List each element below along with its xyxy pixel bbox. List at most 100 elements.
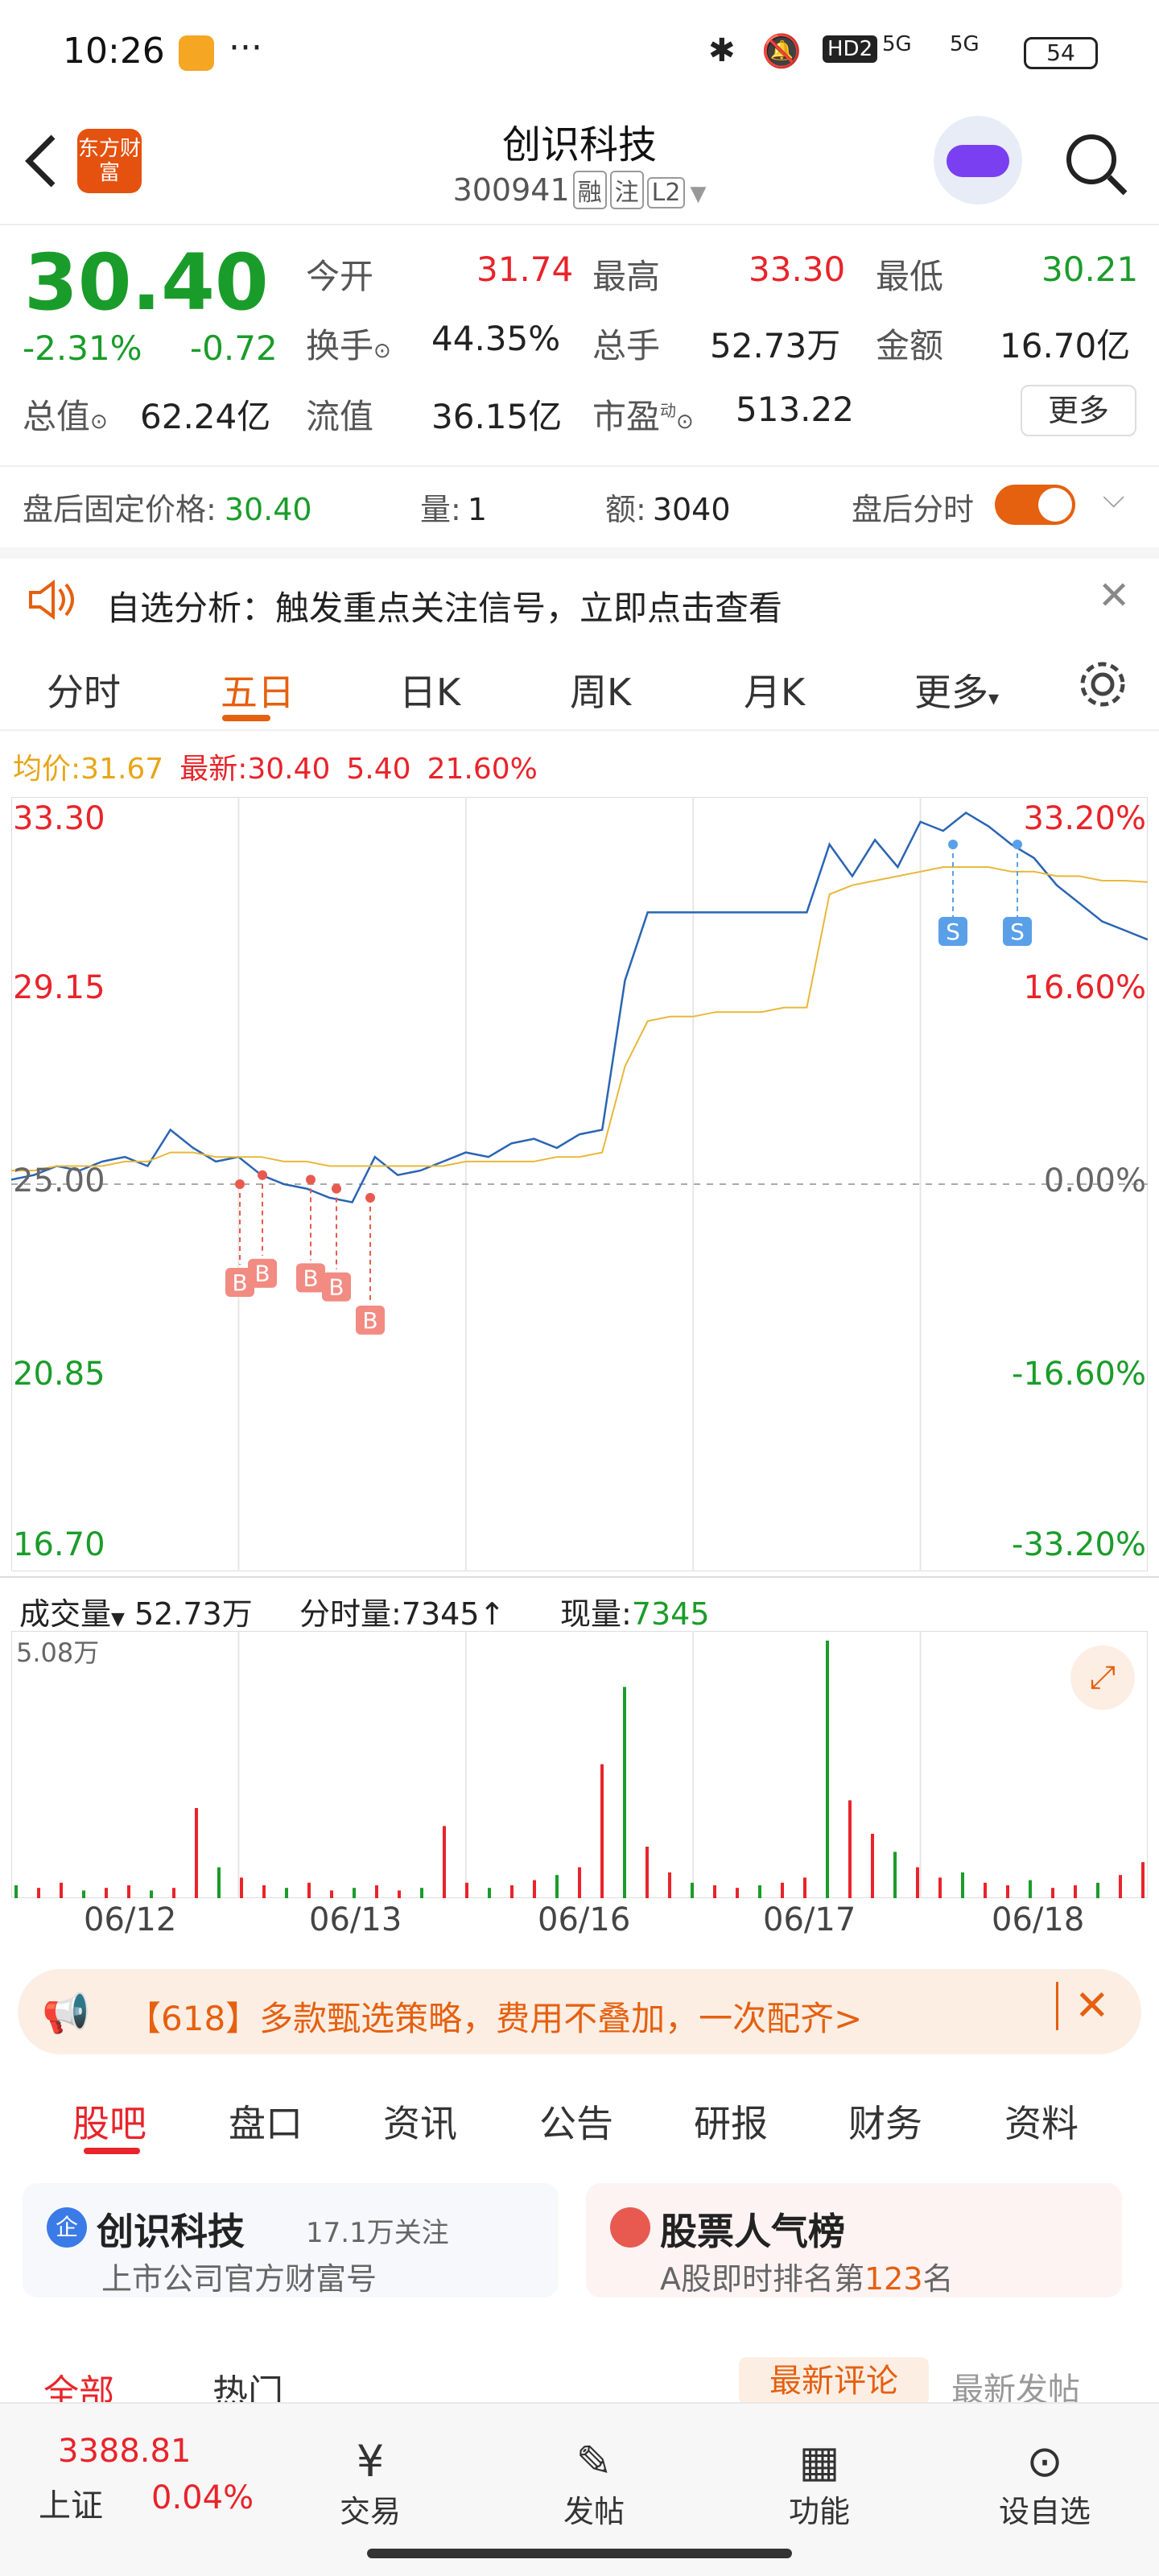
buy-marker-label: B <box>254 1261 270 1287</box>
pe-value: 513.22 <box>736 390 854 429</box>
nav-add-watchlist[interactable]: ⊙ 设自选 <box>964 2436 1125 2531</box>
tab-profile[interactable]: 资料 <box>1004 2095 1079 2148</box>
popularity-card[interactable]: 股票人气榜 A股即时排名第123名 <box>586 2183 1122 2297</box>
l2-tag: L2 <box>646 177 686 208</box>
volume-chart[interactable]: 5.08万 ⤢ <box>10 1630 1149 1899</box>
high-value: 33.30 <box>749 250 846 289</box>
volume-bar <box>736 1888 739 1898</box>
tab-finance[interactable]: 财务 <box>848 2095 922 2148</box>
volume-value: 52.73万 <box>710 326 841 365</box>
current-volume: 现量:7345 <box>560 1596 710 1632</box>
tab-pankou[interactable]: 盘口 <box>229 2095 303 2148</box>
open-label: 今开 <box>306 257 374 296</box>
change-pct: -2.31% <box>23 328 142 368</box>
turnover-label: 换手⊙ <box>306 326 391 365</box>
buy-marker-label: B <box>328 1274 344 1301</box>
volume-dropdown[interactable]: 成交量▼ 52.73万 <box>19 1589 253 1633</box>
promo-banner[interactable]: 📢 【618】多款甄选策略，费用不叠加，一次配齐> ✕ <box>18 1969 1141 2054</box>
buy-marker-dot <box>258 1170 267 1180</box>
mcap-label: 总值⊙ <box>23 397 108 436</box>
notice-bar[interactable]: 自选分析：触发重点关注信号，立即点击查看 ✕ <box>0 547 1159 634</box>
amount-value: 16.70亿 <box>1000 326 1131 365</box>
tab-five-day[interactable]: 五日 <box>221 663 295 716</box>
more-dots: ··· <box>229 27 262 68</box>
tab-monthly-k[interactable]: 月K <box>744 663 805 716</box>
date-label: 06/18 <box>992 1901 1085 1938</box>
volume-bar <box>217 1867 221 1898</box>
volume-bar <box>240 1877 243 1898</box>
y-left-4: 20.85 <box>13 1356 105 1393</box>
nav-post[interactable]: ✎ 发帖 <box>514 2436 674 2531</box>
more-circle-icon: ⊙ <box>1026 2436 1063 2487</box>
card-company-sub: 上市公司官方财富号 <box>101 2261 377 2297</box>
volume-bar <box>353 1888 356 1898</box>
speaker-icon <box>29 580 74 620</box>
volume-bar <box>105 1888 108 1898</box>
y-right-4: -16.60% <box>1012 1356 1146 1393</box>
nav-trade[interactable]: ¥ 交易 <box>290 2436 451 2531</box>
close-banner-icon[interactable]: ✕ <box>1056 1982 1110 2030</box>
volume-bar <box>307 1882 311 1898</box>
y-right-2: 16.60% <box>1023 969 1146 1006</box>
volume-bar <box>893 1852 897 1898</box>
buy-marker-dot <box>365 1192 375 1203</box>
more-button[interactable]: 更多 <box>1021 385 1136 436</box>
edit-icon: ✎ <box>575 2436 612 2487</box>
volume-bar <box>871 1834 874 1898</box>
nav-functions[interactable]: ▦ 功能 <box>739 2436 900 2531</box>
after-price-label: 盘后固定价格: 30.40 <box>23 492 312 527</box>
settings-gear-icon[interactable] <box>1077 658 1128 710</box>
chevron-down-icon[interactable]: ⌵ <box>1103 481 1124 515</box>
after-hours-toggle[interactable] <box>995 485 1075 525</box>
registration-tag: 注 <box>609 171 644 209</box>
volume-bar <box>37 1888 40 1898</box>
volume-bar <box>1006 1885 1009 1898</box>
volume-bar <box>82 1890 85 1898</box>
close-icon[interactable]: ✕ <box>1098 573 1130 618</box>
volume-bar <box>600 1764 604 1898</box>
company-account-card[interactable]: 企 创识科技 17.1万关注 上市公司官方财富号 <box>23 2183 559 2297</box>
price-chart[interactable]: BBBBBSS 33.30 29.15 25.00 20.85 16.70 33… <box>10 796 1149 1572</box>
grid-icon: ▦ <box>798 2436 840 2487</box>
yen-icon: ¥ <box>356 2436 385 2487</box>
sell-marker-label: S <box>1010 919 1025 945</box>
subtab-latest-comment[interactable]: 最新评论 <box>739 2357 929 2405</box>
volume-bar <box>1141 1862 1145 1898</box>
buy-marker-dot <box>306 1174 316 1185</box>
volume-max-label: 5.08万 <box>16 1637 100 1668</box>
sell-marker-dot <box>1013 840 1022 850</box>
tab-more[interactable]: 更多▾ <box>914 663 999 716</box>
volume-bar <box>1119 1875 1122 1898</box>
buy-marker-dot <box>235 1179 245 1189</box>
volume-bar <box>623 1686 626 1898</box>
pe-label: 市盈动⊙ <box>592 397 694 436</box>
price-line <box>10 811 1149 1203</box>
volume-bar <box>578 1867 581 1898</box>
tab-announcements[interactable]: 公告 <box>539 2095 613 2148</box>
tab-guba[interactable]: 股吧 <box>72 2095 146 2148</box>
expand-icon[interactable]: ⤢ <box>1070 1645 1135 1710</box>
card-rank-sub: A股即时排名第123名 <box>660 2261 954 2297</box>
y-right-max: 33.20% <box>1023 800 1146 837</box>
tab-intraday[interactable]: 分时 <box>47 663 121 716</box>
volume-bar <box>826 1641 829 1898</box>
amount-label: 金额 <box>876 326 944 365</box>
index-name: 上证 <box>39 2487 103 2524</box>
tab-research[interactable]: 研报 <box>694 2095 768 2148</box>
tab-daily-k[interactable]: 日K <box>399 663 460 716</box>
volume-bar <box>443 1826 446 1898</box>
tab-weekly-k[interactable]: 周K <box>570 663 631 716</box>
index-value[interactable]: 3388.81 <box>58 2433 191 2470</box>
margin-tag: 融 <box>572 171 607 209</box>
y-left-2: 29.15 <box>13 969 105 1006</box>
volume-bar <box>984 1882 987 1898</box>
stock-code-row[interactable]: 300941 融注 L2 ▼ <box>0 171 1159 209</box>
sell-marker-label: S <box>946 919 960 945</box>
volume-bar <box>60 1882 63 1898</box>
volume-bar <box>14 1885 18 1898</box>
date-label: 06/16 <box>538 1901 631 1938</box>
y-left-min: 16.70 <box>13 1526 105 1563</box>
tab-news[interactable]: 资讯 <box>383 2095 457 2148</box>
sell-marker-dot <box>948 840 958 850</box>
stock-code: 300941 <box>452 172 570 208</box>
